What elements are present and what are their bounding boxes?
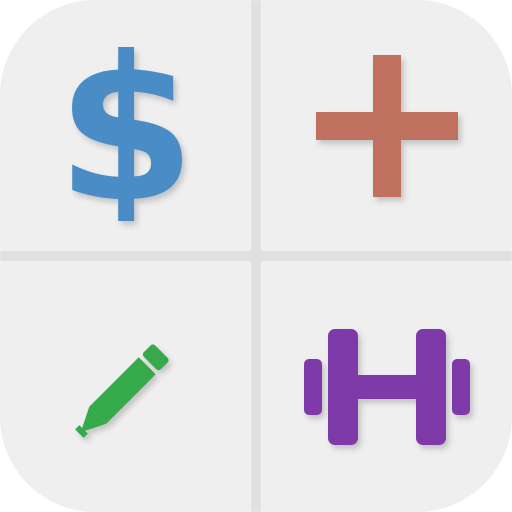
dollar-symbol: $ bbox=[56, 31, 195, 221]
plus-icon bbox=[312, 51, 462, 201]
tile-money[interactable]: $ bbox=[0, 0, 251, 251]
app-icon: $ bbox=[0, 0, 512, 512]
dollar-sign-icon: $ bbox=[46, 31, 206, 221]
tile-edit[interactable] bbox=[0, 261, 251, 512]
pencil-icon bbox=[66, 327, 186, 447]
tile-add[interactable] bbox=[261, 0, 512, 251]
dumbbell-icon bbox=[302, 327, 472, 447]
tile-workout[interactable] bbox=[261, 261, 512, 512]
